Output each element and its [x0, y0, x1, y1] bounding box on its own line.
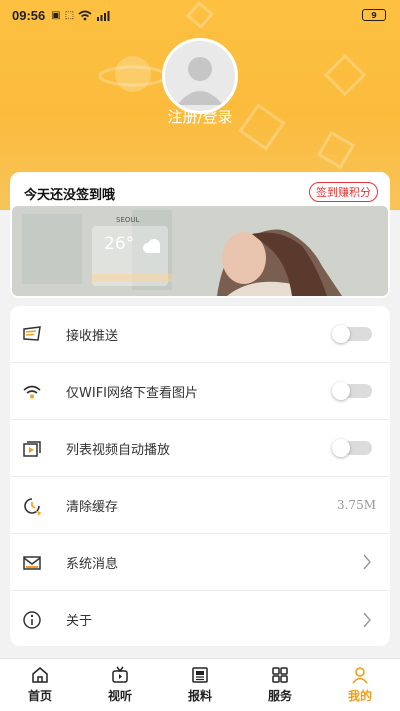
setting-about[interactable]: 关于 — [10, 591, 390, 648]
push-toggle[interactable] — [332, 325, 372, 343]
wifi-status-icon — [78, 10, 92, 20]
diamond-decoration — [316, 130, 356, 170]
signin-button[interactable]: 签到赚积分 — [309, 182, 378, 202]
cache-size-value: 3.75M — [336, 498, 376, 512]
tab-label: 报料 — [187, 689, 212, 703]
avatar[interactable] — [162, 38, 238, 114]
news-icon — [192, 667, 208, 683]
promo-banner[interactable]: SEOUL 26° — [12, 206, 388, 296]
wifi-toggle[interactable] — [332, 382, 372, 400]
setting-label: 清除缓存 — [66, 499, 119, 515]
setting-label: 仅WIFI网络下查看图片 — [66, 385, 198, 401]
setting-clear-cache[interactable]: 清除缓存 3.75M — [10, 477, 390, 534]
bottom-tab-bar: 首页 视听 报料 服务 我的 — [0, 658, 400, 711]
chevron-right-icon — [363, 554, 371, 570]
mail-icon — [23, 556, 41, 570]
clock-clean-icon — [24, 498, 42, 516]
status-icons: ▣ ⬚ — [51, 10, 110, 21]
wifi-icon — [23, 385, 41, 399]
battery-icon: 9 — [362, 9, 386, 21]
tab-mine[interactable]: 我的 — [320, 659, 400, 711]
setting-label: 接收推送 — [66, 328, 119, 344]
tab-label: 我的 — [347, 689, 372, 703]
tab-report[interactable]: 报料 — [160, 659, 240, 711]
tab-label: 首页 — [27, 689, 52, 703]
grid-icon — [272, 667, 288, 683]
info-icon — [23, 611, 41, 629]
autoplay-toggle[interactable] — [332, 439, 372, 457]
weather-city: SEOUL — [116, 216, 140, 224]
chevron-right-icon — [363, 612, 371, 627]
tab-services[interactable]: 服务 — [240, 659, 320, 711]
setting-wifi-only[interactable]: 仅WIFI网络下查看图片 — [10, 363, 390, 420]
setting-label: 关于 — [66, 614, 93, 629]
planet-decoration-icon — [98, 56, 168, 92]
settings-list: 接收推送 仅WIFI网络下查看图片 列表视频自动播放 清除缓存 3.75M 系统… — [10, 306, 390, 646]
setting-autoplay[interactable]: 列表视频自动播放 — [10, 420, 390, 477]
status-time: 09:56 — [12, 7, 46, 23]
login-link[interactable]: 注册/登录 — [0, 106, 400, 127]
setting-system-messages[interactable]: 系统消息 — [10, 534, 390, 591]
notification-icon: ⬚ — [64, 9, 75, 21]
tab-home[interactable]: 首页 — [0, 659, 80, 711]
signal-icon — [97, 10, 110, 21]
weather-temperature: 26° — [104, 234, 135, 254]
weather-cloud-icon — [143, 239, 160, 253]
diamond-decoration — [323, 53, 367, 97]
message-icon — [23, 326, 41, 341]
tab-label: 服务 — [267, 689, 292, 703]
banner-image — [12, 206, 388, 296]
nfc-icon: ▣ — [51, 9, 61, 21]
home-icon — [32, 667, 48, 683]
tab-label: 视听 — [107, 689, 132, 703]
setting-label: 列表视频自动播放 — [66, 442, 171, 458]
user-icon — [352, 667, 368, 684]
tab-av[interactable]: 视听 — [80, 659, 160, 711]
signin-prompt: 今天还没签到哦 — [24, 188, 116, 203]
tv-icon — [112, 666, 128, 683]
video-play-icon — [23, 441, 41, 457]
signin-card: 今天还没签到哦 签到赚积分 SEOUL 26° — [10, 172, 390, 298]
default-avatar-icon — [177, 57, 223, 105]
setting-label: 系统消息 — [66, 556, 119, 572]
setting-push[interactable]: 接收推送 — [10, 306, 390, 363]
